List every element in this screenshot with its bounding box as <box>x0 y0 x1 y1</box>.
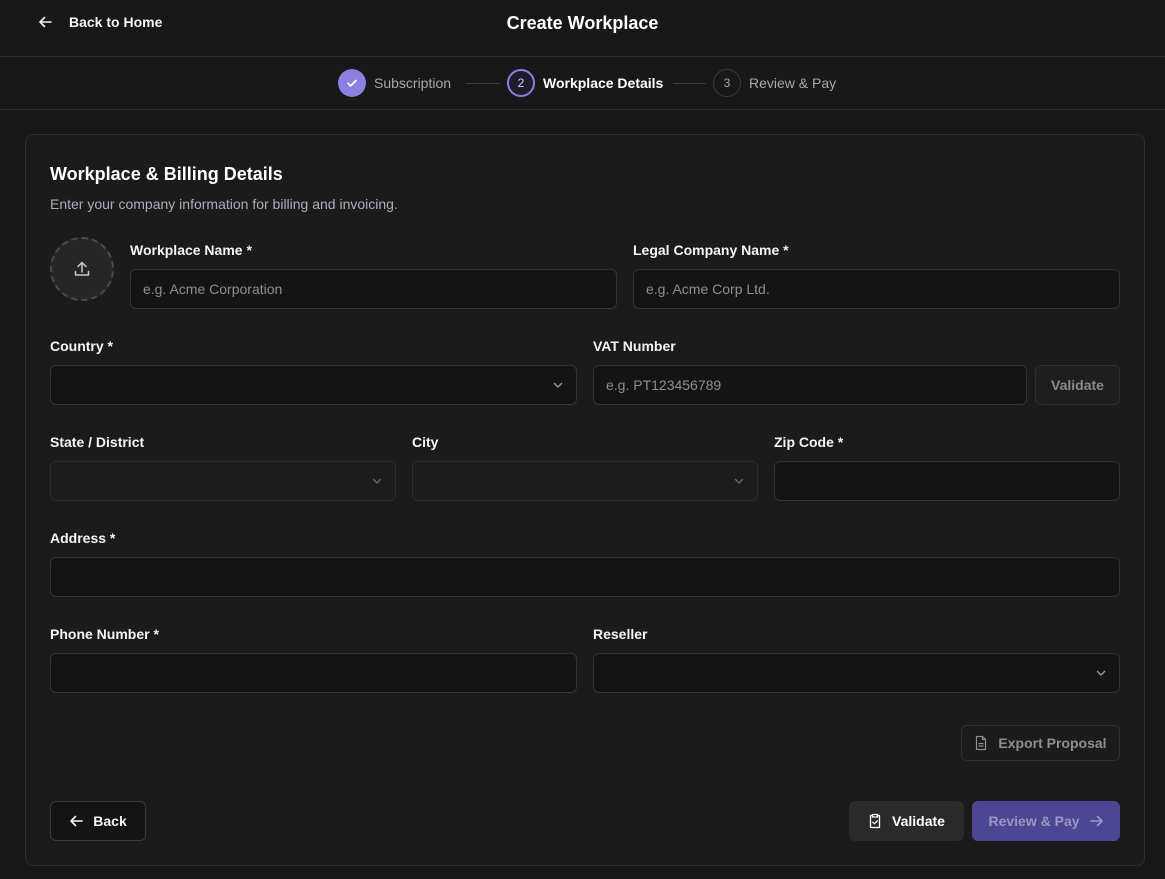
step-label: Workplace Details <box>543 75 664 91</box>
zip-code-label: Zip Code * <box>774 434 844 450</box>
chevron-down-icon <box>552 379 564 391</box>
vat-number-field[interactable] <box>593 365 1027 405</box>
logo-upload-button[interactable] <box>50 237 114 301</box>
city-label: City <box>412 434 439 450</box>
step-label: Subscription <box>374 75 452 91</box>
review-and-pay-label: Review & Pay <box>988 813 1080 829</box>
legal-name-field[interactable] <box>633 269 1120 309</box>
check-icon <box>338 69 366 97</box>
zip-code-field[interactable] <box>774 461 1120 501</box>
step-workplace-details[interactable]: 2 Workplace Details <box>507 69 663 97</box>
state-label: State / District <box>50 434 145 450</box>
vat-number-input[interactable] <box>606 377 1014 393</box>
workplace-name-label: Workplace Name * <box>130 242 252 258</box>
back-label: Back <box>93 813 127 829</box>
arrow-right-icon <box>1089 814 1104 828</box>
address-label: Address * <box>50 530 116 546</box>
phone-number-input[interactable] <box>63 665 564 681</box>
state-select[interactable] <box>50 461 396 501</box>
workplace-name-field[interactable] <box>130 269 617 309</box>
clipboard-check-icon <box>868 813 882 829</box>
card-subtitle: Enter your company information for billi… <box>50 196 398 212</box>
step-review-pay[interactable]: 3 Review & Pay <box>713 69 836 97</box>
back-button[interactable]: Back <box>50 801 146 841</box>
document-icon <box>974 735 988 751</box>
address-field[interactable] <box>50 557 1120 597</box>
progress-stepper: Subscription 2 Workplace Details 3 Revie… <box>0 57 1165 110</box>
step-subscription[interactable]: Subscription <box>338 69 451 97</box>
country-select[interactable] <box>50 365 577 405</box>
arrow-left-icon <box>69 814 84 828</box>
step-number: 2 <box>507 69 535 97</box>
phone-number-label: Phone Number * <box>50 626 159 642</box>
validate-button[interactable]: Validate <box>849 801 964 841</box>
legal-name-input[interactable] <box>646 281 1107 297</box>
card-title: Workplace & Billing Details <box>50 164 283 184</box>
chevron-down-icon <box>1095 667 1107 679</box>
review-and-pay-button[interactable]: Review & Pay <box>972 801 1120 841</box>
chevron-down-icon <box>371 475 383 487</box>
country-label: Country * <box>50 338 113 354</box>
chevron-down-icon <box>733 475 745 487</box>
address-input[interactable] <box>63 569 1107 585</box>
city-select[interactable] <box>412 461 758 501</box>
reseller-label: Reseller <box>593 626 648 642</box>
export-proposal-button[interactable]: Export Proposal <box>961 725 1120 761</box>
page-title: Create Workplace <box>506 13 659 33</box>
zip-code-input[interactable] <box>787 473 1107 489</box>
legal-name-label: Legal Company Name * <box>633 242 789 258</box>
step-connector <box>466 83 500 84</box>
validate-label: Validate <box>892 813 945 829</box>
export-proposal-label: Export Proposal <box>998 735 1107 751</box>
workplace-name-input[interactable] <box>143 281 604 297</box>
vat-number-label: VAT Number <box>593 338 676 354</box>
billing-details-card: Workplace & Billing Details Enter your c… <box>25 134 1145 866</box>
step-number: 3 <box>713 69 741 97</box>
phone-number-field[interactable] <box>50 653 577 693</box>
validate-vat-button[interactable]: Validate <box>1035 365 1120 405</box>
step-connector <box>673 83 706 84</box>
top-bar: Back to Home Create Workplace <box>0 0 1165 57</box>
step-label: Review & Pay <box>749 75 837 91</box>
upload-icon <box>72 259 92 279</box>
reseller-select[interactable] <box>593 653 1120 693</box>
